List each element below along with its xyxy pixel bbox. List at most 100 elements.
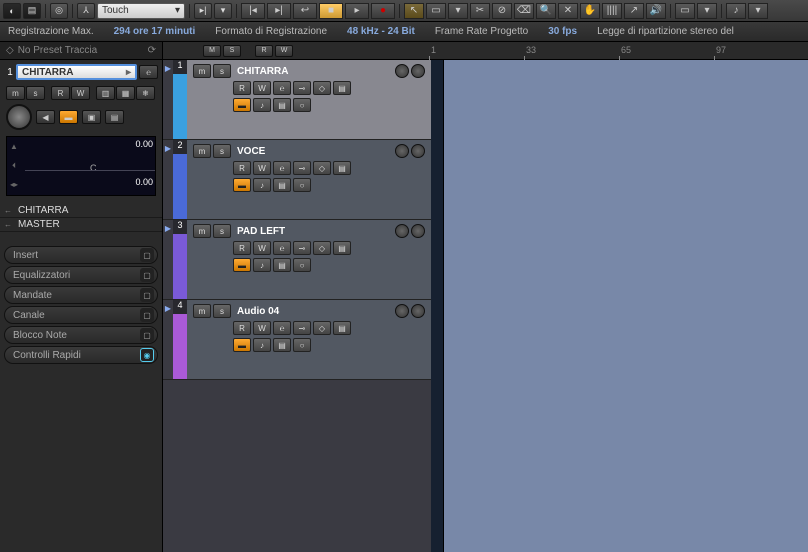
format-value[interactable]: 48 kHz - 24 Bit bbox=[347, 26, 415, 37]
track-write-btn[interactable]: W bbox=[253, 321, 271, 335]
track-timebase-btn[interactable]: ♪ bbox=[253, 258, 271, 272]
track-expand-icon[interactable]: ▶ bbox=[163, 140, 173, 219]
arrange-area[interactable] bbox=[431, 60, 808, 552]
track-send-btn[interactable]: ▤ bbox=[333, 241, 351, 255]
track-name-label[interactable]: CHITARRA bbox=[233, 66, 393, 77]
track-solo-btn[interactable]: s bbox=[213, 304, 231, 318]
section-canale[interactable]: Canale▢ bbox=[4, 306, 158, 324]
global-read-btn[interactable]: R bbox=[255, 45, 273, 57]
track-lock-btn[interactable]: ○ bbox=[293, 338, 311, 352]
play-btn[interactable]: ▸ bbox=[345, 3, 369, 19]
section-equalizzatori[interactable]: Equalizzatori▢ bbox=[4, 266, 158, 284]
track-send-btn[interactable]: ▤ bbox=[333, 321, 351, 335]
track-name-field[interactable]: CHITARRA ▸ bbox=[16, 64, 137, 80]
track-folder-btn[interactable]: ▬ bbox=[233, 258, 251, 272]
play-tool[interactable]: 🔊 bbox=[646, 3, 666, 19]
framerate-value[interactable]: 30 fps bbox=[548, 26, 577, 37]
snap-btn[interactable]: ♪ bbox=[726, 3, 746, 19]
track-lanes-btn[interactable]: ▤ bbox=[273, 338, 291, 352]
track-insert-btn[interactable]: ⊸ bbox=[293, 321, 311, 335]
track-mute-btn[interactable]: m bbox=[193, 224, 211, 238]
track-read-btn[interactable]: R bbox=[233, 241, 251, 255]
section-blocco-note[interactable]: Blocco Note▢ bbox=[4, 326, 158, 344]
global-solo-btn[interactable]: S bbox=[223, 45, 241, 57]
section-toggle-icon[interactable]: ▢ bbox=[140, 308, 154, 322]
track-edit-btn[interactable]: ℮ bbox=[273, 241, 291, 255]
track-mute-btn[interactable]: m bbox=[193, 64, 211, 78]
toggle-left-btn[interactable]: ◐ bbox=[3, 3, 21, 19]
track-color-strip[interactable]: 2 bbox=[173, 140, 187, 219]
track-color-strip[interactable]: 4 bbox=[173, 300, 187, 379]
inspector-fader-area[interactable]: ▲ ⏴ ◂▸ 0.00 C 0.00 bbox=[6, 136, 156, 196]
section-toggle-icon[interactable]: ▢ bbox=[140, 248, 154, 262]
track-lanes-btn[interactable]: ▤ bbox=[273, 98, 291, 112]
track-timebase-btn[interactable]: ♪ bbox=[253, 338, 271, 352]
stop-btn[interactable]: ■ bbox=[319, 3, 343, 19]
timewarp-tool[interactable]: ✋ bbox=[580, 3, 600, 19]
track-edit-btn[interactable]: ℮ bbox=[273, 321, 291, 335]
range-tool[interactable]: ▭ bbox=[426, 3, 446, 19]
playhead[interactable] bbox=[443, 60, 444, 552]
write-btn[interactable]: W bbox=[71, 86, 90, 100]
track-name-label[interactable]: PAD LEFT bbox=[233, 226, 393, 237]
constrain-btn[interactable]: ◎ bbox=[50, 3, 68, 19]
tool-dropdown[interactable]: ▾ bbox=[448, 3, 468, 19]
lane-btn[interactable]: ▥ bbox=[96, 86, 115, 100]
section-toggle-icon[interactable]: ◉ bbox=[140, 348, 154, 362]
volume-value[interactable]: 0.00 bbox=[135, 139, 153, 149]
track-monitor-btn[interactable] bbox=[411, 224, 425, 238]
lock-btn[interactable]: ▦ bbox=[116, 86, 135, 100]
track-color-strip[interactable]: 3 bbox=[173, 220, 187, 299]
track-expand-icon[interactable]: ▶ bbox=[163, 220, 173, 299]
track-row[interactable]: ▶ 1 m s CHITARRA R W ℮ ⊸ ◇ ▤ ▬ bbox=[163, 60, 431, 140]
track-name-label[interactable]: Audio 04 bbox=[233, 306, 393, 317]
mute-btn[interactable]: m bbox=[6, 86, 25, 100]
track-lock-btn[interactable]: ○ bbox=[293, 98, 311, 112]
track-insert-btn[interactable]: ⊸ bbox=[293, 81, 311, 95]
track-lanes-btn[interactable]: ▤ bbox=[273, 178, 291, 192]
color-dropdown[interactable]: ▾ bbox=[697, 3, 717, 19]
track-lock-btn[interactable]: ○ bbox=[293, 258, 311, 272]
preset-menu-icon[interactable]: ⟳ bbox=[148, 45, 156, 56]
track-read-btn[interactable]: R bbox=[233, 81, 251, 95]
solo-btn[interactable]: s bbox=[26, 86, 45, 100]
edit-channel-btn[interactable]: ℮ bbox=[139, 65, 158, 79]
section-mandate[interactable]: Mandate▢ bbox=[4, 286, 158, 304]
track-monitor-btn[interactable] bbox=[411, 304, 425, 318]
goto-end-btn[interactable]: ▸| bbox=[267, 3, 291, 19]
monitor-btn[interactable]: ◀ bbox=[36, 110, 55, 124]
track-edit-btn[interactable]: ℮ bbox=[273, 161, 291, 175]
draw-tool[interactable]: |||| bbox=[602, 3, 622, 19]
track-write-btn[interactable]: W bbox=[253, 241, 271, 255]
track-solo-btn[interactable]: s bbox=[213, 144, 231, 158]
record-enable-knob[interactable] bbox=[6, 104, 32, 130]
track-insert-btn[interactable]: ⊸ bbox=[293, 241, 311, 255]
track-folder-btn[interactable]: ▬ bbox=[233, 98, 251, 112]
track-edit-btn[interactable]: ℮ bbox=[273, 81, 291, 95]
section-toggle-icon[interactable]: ▢ bbox=[140, 268, 154, 282]
section-insert[interactable]: Insert▢ bbox=[4, 246, 158, 264]
track-solo-btn[interactable]: s bbox=[213, 224, 231, 238]
track-eq-btn[interactable]: ◇ bbox=[313, 81, 331, 95]
track-eq-btn[interactable]: ◇ bbox=[313, 321, 331, 335]
input-routing[interactable]: CHITARRA bbox=[0, 204, 162, 218]
goto-start-btn[interactable]: |◂ bbox=[241, 3, 265, 19]
section-toggle-icon[interactable]: ▢ bbox=[140, 328, 154, 342]
erase-tool[interactable]: ⌫ bbox=[514, 3, 534, 19]
section-controlli-rapidi[interactable]: Controlli Rapidi◉ bbox=[4, 346, 158, 364]
line-tool[interactable]: ↗ bbox=[624, 3, 644, 19]
record-btn[interactable]: ● bbox=[371, 3, 395, 19]
track-row[interactable]: ▶ 2 m s VOCE R W ℮ ⊸ ◇ ▤ ▬ ♪ bbox=[163, 140, 431, 220]
freeze-btn[interactable]: ❄ bbox=[136, 86, 155, 100]
track-record-btn[interactable] bbox=[395, 224, 409, 238]
automation-icon[interactable]: ⅄ bbox=[77, 3, 95, 19]
time-ruler[interactable]: 1336597 bbox=[431, 42, 808, 59]
track-read-btn[interactable]: R bbox=[233, 321, 251, 335]
track-row[interactable]: ▶ 3 m s PAD LEFT R W ℮ ⊸ ◇ ▤ ▬ bbox=[163, 220, 431, 300]
track-write-btn[interactable]: W bbox=[253, 81, 271, 95]
preset-bar[interactable]: ◇ No Preset Traccia ⟳ bbox=[0, 42, 162, 60]
global-mute-btn[interactable]: M bbox=[203, 45, 221, 57]
mute-tool[interactable]: ✕ bbox=[558, 3, 578, 19]
track-insert-btn[interactable]: ⊸ bbox=[293, 161, 311, 175]
zoom-tool[interactable]: 🔍 bbox=[536, 3, 556, 19]
